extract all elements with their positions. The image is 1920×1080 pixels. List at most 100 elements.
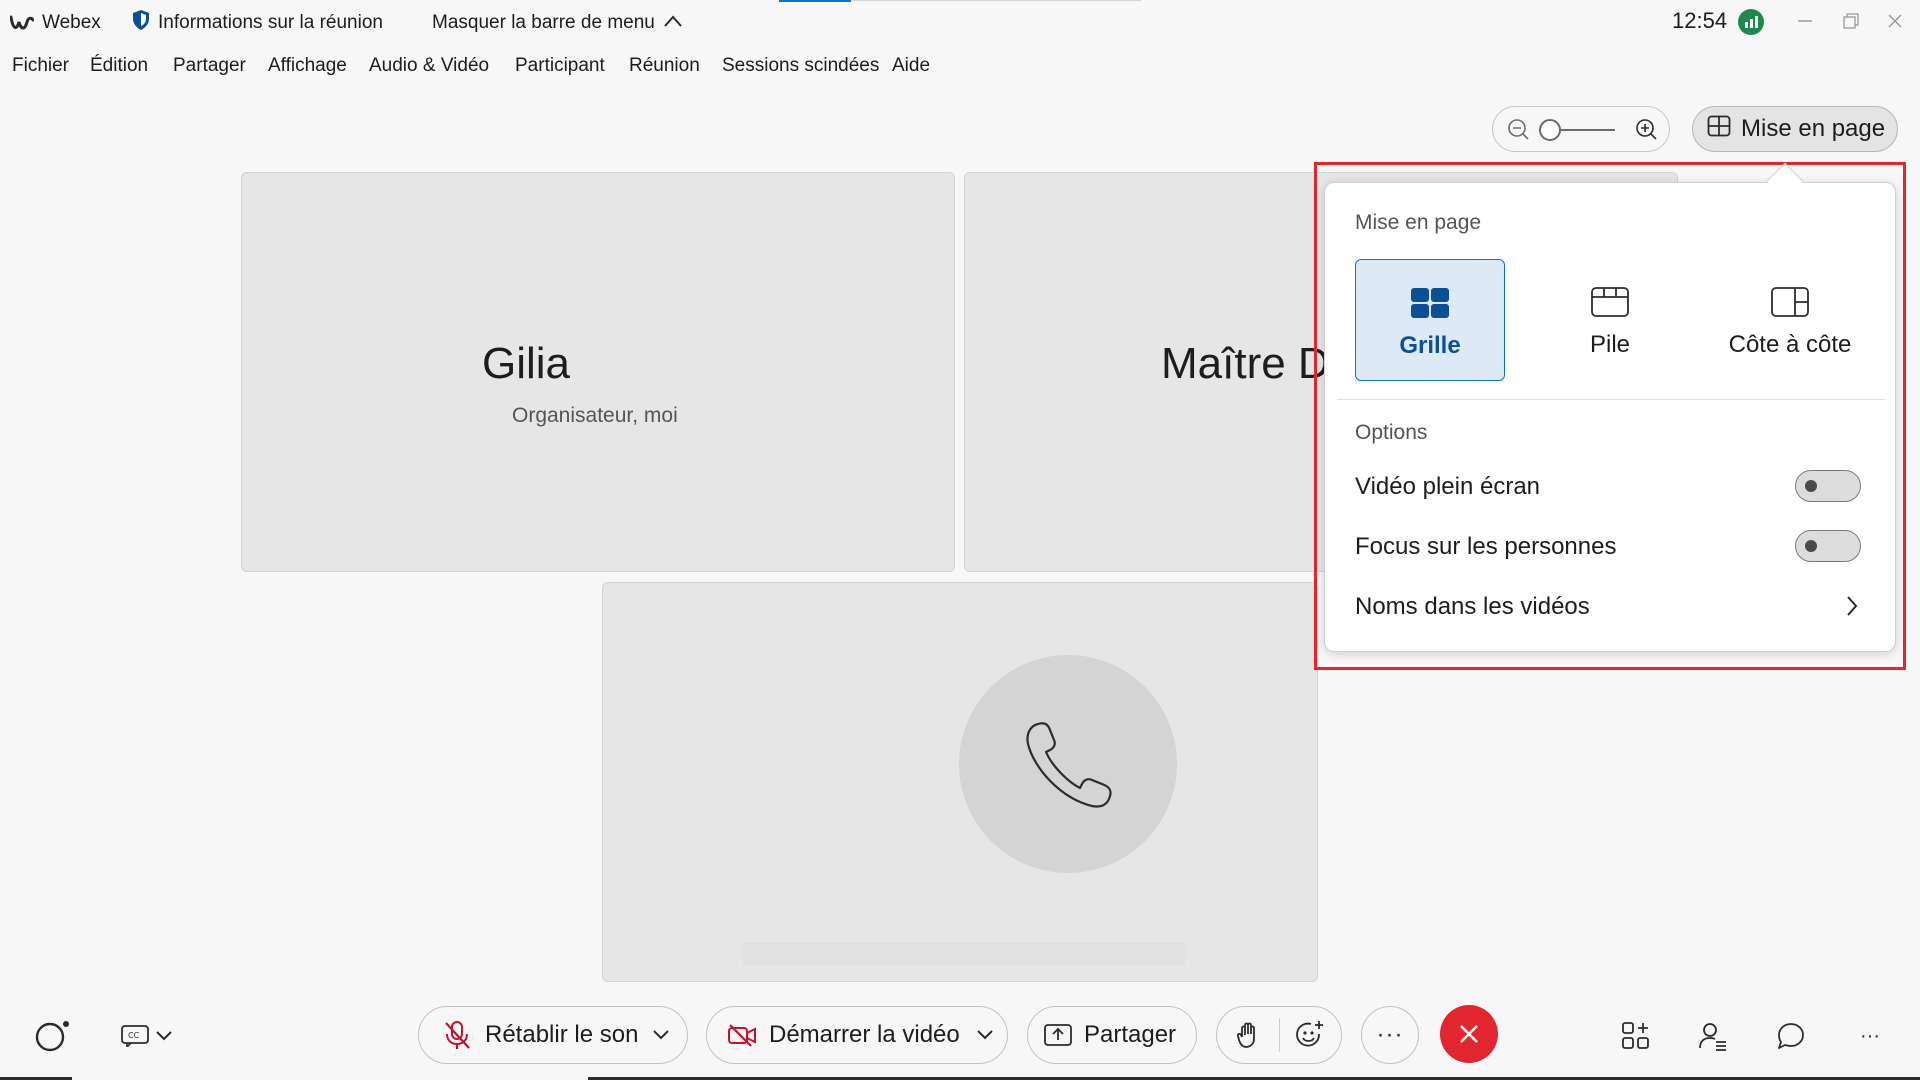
menu-fichier[interactable]: Fichier <box>12 55 69 77</box>
menu-audio-video[interactable]: Audio & Vidéo <box>369 55 489 77</box>
minimize-icon <box>1798 20 1812 22</box>
chevron-down-icon <box>653 1030 669 1040</box>
webex-app-title[interactable]: Webex <box>10 0 101 46</box>
restore-icon <box>1843 13 1859 29</box>
menu-partager[interactable]: Partager <box>173 55 246 77</box>
raise-hand-icon <box>1236 1022 1255 1048</box>
close-icon <box>1888 14 1902 28</box>
minimize-window-button[interactable] <box>1790 6 1820 36</box>
participant-tile-gilia[interactable]: Gilia Organisateur, moi <box>241 172 955 572</box>
grid-icon <box>1411 288 1449 318</box>
popup-title: Mise en page <box>1355 211 1482 234</box>
start-video-label: Démarrer la vidéo <box>769 1021 960 1048</box>
close-window-button[interactable] <box>1880 6 1910 36</box>
zoom-out-icon[interactable] <box>1507 118 1529 145</box>
participant-name: Gilia <box>482 339 571 388</box>
participants-icon <box>1699 1023 1726 1051</box>
layout-popup: Mise en page Grille Pile Côte à côte Opt… <box>1324 182 1896 652</box>
layout-option-grid[interactable]: Grille <box>1355 259 1505 381</box>
start-video-button[interactable]: Démarrer la vidéo <box>707 1021 965 1049</box>
menu-sessions-scindees[interactable]: Sessions scindées <box>722 55 879 77</box>
raise-hand-button[interactable] <box>1217 1021 1279 1049</box>
clock: 12:54 <box>1672 8 1728 33</box>
layout-option-label: Grille <box>1399 332 1461 359</box>
cc-icon: CC <box>121 1025 149 1047</box>
chat-icon <box>1778 1023 1804 1049</box>
reactions-button[interactable] <box>1279 1020 1341 1050</box>
chevron-down-icon <box>156 1031 172 1041</box>
network-signal-icon[interactable] <box>1738 9 1764 35</box>
reactions-group <box>1216 1006 1342 1064</box>
apps-add-icon <box>1622 1022 1649 1049</box>
popup-divider <box>1337 399 1885 400</box>
menu-bar: Fichier Édition Partager Affichage Audio… <box>0 52 1920 82</box>
menu-affichage[interactable]: Affichage <box>268 55 347 77</box>
active-tab-indicator <box>779 0 851 2</box>
layout-grid-icon <box>1707 115 1731 144</box>
apps-button[interactable] <box>1616 1016 1656 1056</box>
overflow-menu-button[interactable]: ··· <box>1850 1016 1890 1056</box>
names-in-videos-item[interactable]: Noms dans les vidéos <box>1355 593 1590 621</box>
closed-captions-button[interactable]: CC <box>114 1018 180 1054</box>
video-control: Démarrer la vidéo <box>706 1006 1008 1064</box>
overflow-icon: ··· <box>1860 1024 1880 1047</box>
unmute-label: Rétablir le son <box>485 1021 639 1048</box>
layout-option-side-by-side[interactable]: Côte à côte <box>1715 259 1865 381</box>
chevron-right-icon <box>1845 595 1859 622</box>
title-bar: Webex Informations sur la réunion Masque… <box>0 0 1920 46</box>
camera-off-icon <box>728 1024 756 1047</box>
webex-logo-icon <box>10 14 34 32</box>
close-icon <box>1460 1025 1478 1043</box>
phone-icon <box>1026 722 1112 808</box>
side-by-side-icon <box>1771 287 1809 317</box>
layout-button[interactable]: Mise en page <box>1692 106 1898 152</box>
participant-role: Organisateur, moi <box>512 404 678 427</box>
video-options-button[interactable] <box>965 1029 1005 1041</box>
tab-indicator-track <box>851 0 1141 1</box>
chat-button[interactable] <box>1771 1016 1811 1056</box>
phone-avatar <box>959 655 1177 873</box>
zoom-in-icon[interactable] <box>1635 118 1657 145</box>
menu-participant[interactable]: Participant <box>515 55 605 77</box>
share-screen-icon <box>1044 1024 1072 1046</box>
menu-aide[interactable]: Aide <box>892 55 930 77</box>
end-call-button[interactable] <box>1440 1005 1498 1063</box>
restore-window-button[interactable] <box>1836 6 1866 36</box>
share-button[interactable]: Partager <box>1027 1006 1197 1064</box>
unmute-button[interactable]: Rétablir le son <box>419 1020 641 1050</box>
layout-option-stack[interactable]: Pile <box>1535 259 1685 381</box>
meeting-info-label: Informations sur la réunion <box>158 12 383 33</box>
chevron-down-icon <box>977 1030 993 1040</box>
hide-menu-bar-button[interactable]: Masquer la barre de menu <box>432 0 683 46</box>
chevron-up-icon <box>663 12 683 34</box>
microphone-muted-icon <box>445 1021 470 1049</box>
hide-menu-bar-label: Masquer la barre de menu <box>432 12 655 33</box>
tile-name-bar <box>743 943 1185 965</box>
option-focus-people-label: Focus sur les personnes <box>1355 533 1617 560</box>
zoom-slider-handle[interactable] <box>1539 119 1561 141</box>
more-options-button[interactable]: ··· <box>1361 1006 1419 1064</box>
svg-text:CC: CC <box>128 1031 140 1040</box>
more-icon: ··· <box>1376 1021 1404 1048</box>
participant-name: Maître D <box>1161 339 1330 388</box>
option-fullscreen-video-label: Vidéo plein écran <box>1355 473 1541 500</box>
layout-option-label: Côte à côte <box>1728 331 1852 358</box>
stack-icon <box>1591 287 1629 317</box>
fullscreen-video-toggle[interactable] <box>1795 470 1861 502</box>
meeting-info-button[interactable]: Informations sur la réunion <box>132 0 383 46</box>
focus-people-toggle[interactable] <box>1795 530 1861 562</box>
webex-assistant-button[interactable] <box>30 1016 74 1056</box>
share-label: Partager <box>1084 1021 1177 1048</box>
shield-icon <box>132 9 150 37</box>
participants-button[interactable] <box>1693 1016 1733 1056</box>
layout-button-label: Mise en page <box>1741 115 1886 142</box>
menu-reunion[interactable]: Réunion <box>629 55 700 77</box>
layout-option-label: Pile <box>1589 331 1631 358</box>
app-name: Webex <box>42 12 101 33</box>
participant-tile-phone[interactable] <box>602 582 1318 982</box>
menu-edition[interactable]: Édition <box>90 55 148 77</box>
unmute-control: Rétablir le son <box>418 1006 688 1064</box>
audio-options-button[interactable] <box>641 1029 681 1041</box>
options-title: Options <box>1355 421 1428 444</box>
zoom-control <box>1492 106 1670 152</box>
